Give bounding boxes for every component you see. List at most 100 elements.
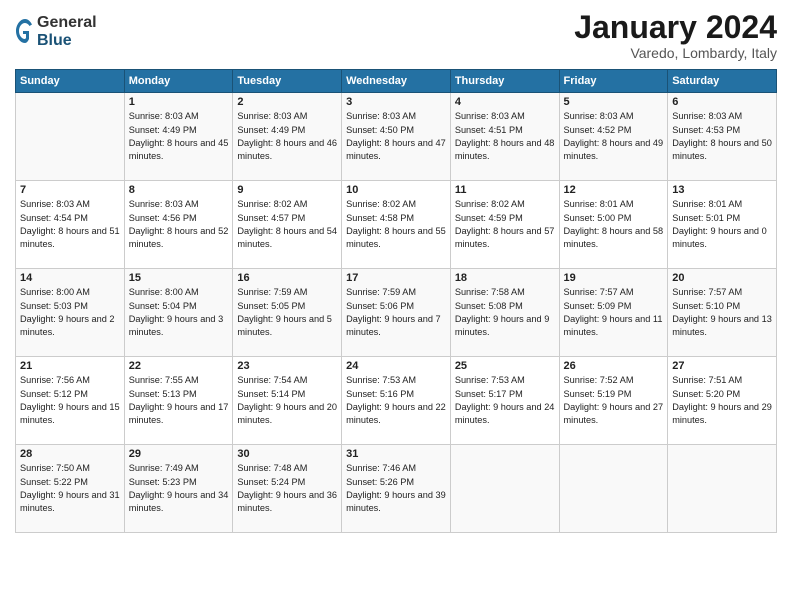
calendar-cell: 28 Sunrise: 7:50 AMSunset: 5:22 PMDayligh…: [16, 445, 125, 533]
day-number: 23: [237, 360, 337, 372]
sunset-text: Sunset: 5:24 PM: [237, 477, 305, 487]
cell-content: Sunrise: 7:51 AMSunset: 5:20 PMDaylight:…: [672, 374, 772, 427]
calendar-cell: 10Sunrise: 8:02 AMSunset: 4:58 PMDayligh…: [342, 181, 451, 269]
cell-content: Sunrise: 7:50 AMSunset: 5:22 PMDaylight:…: [20, 462, 120, 515]
sunrise-text: Sunrise: 8:03 AM: [564, 111, 634, 121]
cell-content: Sunrise: 8:03 AMSunset: 4:56 PMDaylight:…: [129, 198, 229, 251]
sunset-text: Sunset: 5:26 PM: [346, 477, 414, 487]
calendar-cell: 26Sunrise: 7:52 AMSunset: 5:19 PMDayligh…: [559, 357, 668, 445]
daylight-text: Daylight: 9 hours and 27 minutes.: [564, 402, 664, 425]
calendar-cell: 21Sunrise: 7:56 AMSunset: 5:12 PMDayligh…: [16, 357, 125, 445]
page: General Blue January 2024 Varedo, Lombar…: [0, 0, 792, 612]
daylight-text: Daylight: 9 hours and 11 minutes.: [564, 314, 663, 337]
daylight-text: Daylight: 9 hours and 0 minutes.: [672, 226, 767, 249]
day-number: 28: [20, 448, 120, 460]
calendar-cell: 29Sunrise: 7:49 AMSunset: 5:23 PMDayligh…: [124, 445, 233, 533]
daylight-text: Daylight: 9 hours and 36 minutes.: [237, 490, 337, 513]
sunset-text: Sunset: 4:53 PM: [672, 125, 740, 135]
sunset-text: Sunset: 4:59 PM: [455, 213, 523, 223]
sunset-text: Sunset: 4:49 PM: [129, 125, 197, 135]
daylight-text: Daylight: 9 hours and 39 minutes.: [346, 490, 446, 513]
day-number: 29: [129, 448, 229, 460]
sunrise-text: Sunrise: 7:59 AM: [237, 287, 307, 297]
daylight-text: Daylight: 9 hours and 24 minutes.: [455, 402, 555, 425]
day-number: 8: [129, 184, 229, 196]
cell-content: Sunrise: 8:01 AMSunset: 5:00 PMDaylight:…: [564, 198, 664, 251]
week-row-2: 14Sunrise: 8:00 AMSunset: 5:03 PMDayligh…: [16, 269, 777, 357]
cell-content: Sunrise: 7:59 AMSunset: 5:06 PMDaylight:…: [346, 286, 446, 339]
calendar-cell: [450, 445, 559, 533]
col-header-wednesday: Wednesday: [342, 70, 451, 93]
sunset-text: Sunset: 4:57 PM: [237, 213, 305, 223]
cell-content: Sunrise: 8:02 AMSunset: 4:57 PMDaylight:…: [237, 198, 337, 251]
daylight-text: Daylight: 9 hours and 31 minutes.: [20, 490, 120, 513]
daylight-text: Daylight: 9 hours and 9 minutes.: [455, 314, 550, 337]
daylight-text: Daylight: 9 hours and 20 minutes.: [237, 402, 337, 425]
sunset-text: Sunset: 5:08 PM: [455, 301, 523, 311]
logo-icon: [15, 17, 35, 45]
cell-content: Sunrise: 8:00 AMSunset: 5:03 PMDaylight:…: [20, 286, 120, 339]
header-row: SundayMondayTuesdayWednesdayThursdayFrid…: [16, 70, 777, 93]
sunrise-text: Sunrise: 7:56 AM: [20, 375, 90, 385]
sunrise-text: Sunrise: 8:03 AM: [455, 111, 525, 121]
sunrise-text: Sunrise: 7:57 AM: [672, 287, 742, 297]
daylight-text: Daylight: 9 hours and 22 minutes.: [346, 402, 446, 425]
sunset-text: Sunset: 4:52 PM: [564, 125, 632, 135]
logo-blue: Blue: [37, 32, 97, 50]
sunset-text: Sunset: 5:17 PM: [455, 389, 523, 399]
col-header-monday: Monday: [124, 70, 233, 93]
calendar-cell: [16, 93, 125, 181]
cell-content: Sunrise: 7:55 AMSunset: 5:13 PMDaylight:…: [129, 374, 229, 427]
calendar-cell: [668, 445, 777, 533]
sunrise-text: Sunrise: 7:49 AM: [129, 463, 199, 473]
sunset-text: Sunset: 4:49 PM: [237, 125, 305, 135]
sunset-text: Sunset: 4:54 PM: [20, 213, 88, 223]
sunset-text: Sunset: 5:04 PM: [129, 301, 197, 311]
daylight-text: Daylight: 8 hours and 52 minutes.: [129, 226, 229, 249]
calendar-cell: 25Sunrise: 7:53 AMSunset: 5:17 PMDayligh…: [450, 357, 559, 445]
day-number: 31: [346, 448, 446, 460]
sunset-text: Sunset: 5:13 PM: [129, 389, 197, 399]
calendar-table: SundayMondayTuesdayWednesdayThursdayFrid…: [15, 69, 777, 533]
sunrise-text: Sunrise: 8:02 AM: [237, 199, 307, 209]
daylight-text: Daylight: 8 hours and 57 minutes.: [455, 226, 555, 249]
sunset-text: Sunset: 4:51 PM: [455, 125, 523, 135]
week-row-0: 1Sunrise: 8:03 AMSunset: 4:49 PMDaylight…: [16, 93, 777, 181]
calendar-cell: 6Sunrise: 8:03 AMSunset: 4:53 PMDaylight…: [668, 93, 777, 181]
calendar-cell: 14Sunrise: 8:00 AMSunset: 5:03 PMDayligh…: [16, 269, 125, 357]
calendar-cell: 16Sunrise: 7:59 AMSunset: 5:05 PMDayligh…: [233, 269, 342, 357]
calendar-cell: 5Sunrise: 8:03 AMSunset: 4:52 PMDaylight…: [559, 93, 668, 181]
calendar-cell: 13Sunrise: 8:01 AMSunset: 5:01 PMDayligh…: [668, 181, 777, 269]
sunrise-text: Sunrise: 7:55 AM: [129, 375, 199, 385]
sunset-text: Sunset: 5:10 PM: [672, 301, 740, 311]
sunrise-text: Sunrise: 7:52 AM: [564, 375, 634, 385]
cell-content: Sunrise: 8:03 AMSunset: 4:49 PMDaylight:…: [129, 110, 229, 163]
cell-content: Sunrise: 8:01 AMSunset: 5:01 PMDaylight:…: [672, 198, 772, 251]
cell-content: Sunrise: 8:03 AMSunset: 4:51 PMDaylight:…: [455, 110, 555, 163]
day-number: 4: [455, 96, 555, 108]
sunrise-text: Sunrise: 8:03 AM: [129, 111, 199, 121]
day-number: 9: [237, 184, 337, 196]
calendar-cell: 27Sunrise: 7:51 AMSunset: 5:20 PMDayligh…: [668, 357, 777, 445]
calendar-cell: 8 Sunrise: 8:03 AMSunset: 4:56 PMDaylight…: [124, 181, 233, 269]
daylight-text: Daylight: 8 hours and 47 minutes.: [346, 138, 446, 161]
month-title: January 2024: [574, 10, 777, 45]
day-number: 26: [564, 360, 664, 372]
logo: General Blue: [15, 14, 97, 49]
daylight-text: Daylight: 9 hours and 2 minutes.: [20, 314, 115, 337]
daylight-text: Daylight: 9 hours and 3 minutes.: [129, 314, 224, 337]
calendar-cell: 11Sunrise: 8:02 AMSunset: 4:59 PMDayligh…: [450, 181, 559, 269]
cell-content: Sunrise: 8:03 AMSunset: 4:49 PMDaylight:…: [237, 110, 337, 163]
day-number: 25: [455, 360, 555, 372]
day-number: 5: [564, 96, 664, 108]
cell-content: Sunrise: 7:58 AM Sunset: 5:08 PM Daylight:…: [455, 286, 555, 339]
cell-content: Sunrise: 8:02 AMSunset: 4:59 PMDaylight:…: [455, 198, 555, 251]
logo-general: General: [37, 14, 97, 32]
cell-content: Sunrise: 7:59 AMSunset: 5:05 PMDaylight:…: [237, 286, 337, 339]
sunrise-text: Sunrise: 8:03 AM: [672, 111, 742, 121]
sunrise-text: Sunrise: 7:58 AM: [455, 287, 525, 297]
sunset-text: Sunset: 5:09 PM: [564, 301, 632, 311]
daylight-text: Daylight: 9 hours and 15 minutes.: [20, 402, 120, 425]
day-number: 10: [346, 184, 446, 196]
calendar-cell: 22Sunrise: 7:55 AMSunset: 5:13 PMDayligh…: [124, 357, 233, 445]
